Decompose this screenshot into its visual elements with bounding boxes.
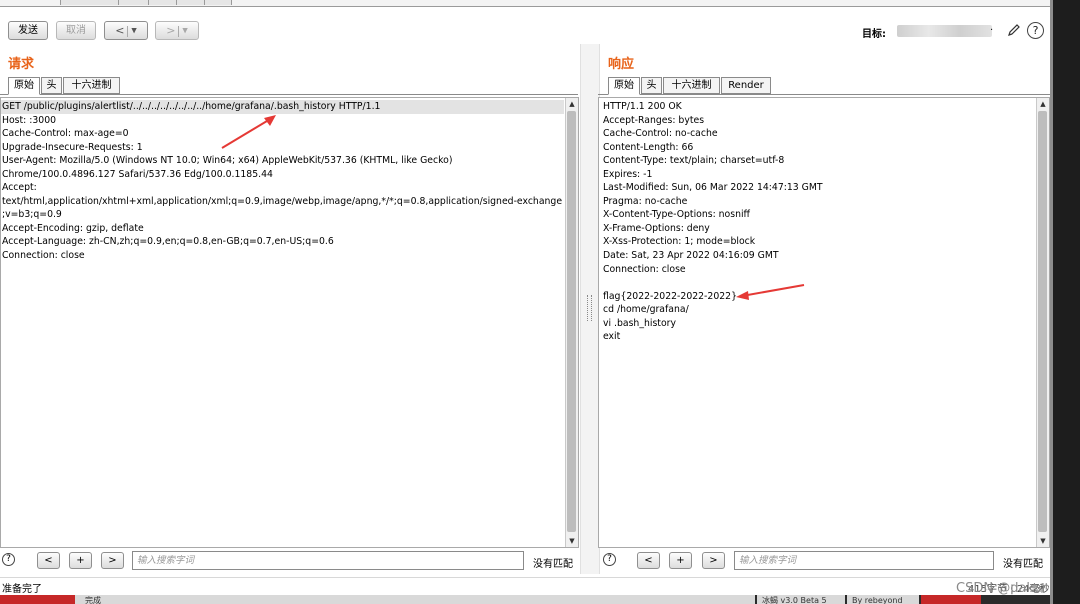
target-redacted [897,25,992,37]
top-tab[interactable] [176,0,206,5]
request-line: text/html,application/xhtml+xml,applicat… [2,195,563,207]
flag-line: flag{2022-2022-2022-2022} [603,290,737,302]
response-line: Cache-Control: no-cache [603,128,718,140]
response-line: Content-Length: 66 [603,141,694,153]
response-line: Last-Modified: Sun, 06 Mar 2022 14:47:13… [603,182,823,194]
response-line: X-Frame-Options: deny [603,222,710,234]
search-next-button[interactable]: > [101,552,124,569]
splitter-grip-icon[interactable] [587,295,592,321]
response-lines: HTTP/1.1 200 OK Accept-Ranges: bytes Cac… [599,100,1035,344]
request-line: Cache-Control: max-age=0 [2,128,129,140]
annotation-arrow-icon [221,115,276,149]
response-line: X-Content-Type-Options: nosniff [603,209,750,221]
response-scrollbar[interactable]: ▲ ▼ [1036,98,1049,547]
pencil-icon[interactable] [1006,22,1022,38]
cancel-button[interactable]: 取消 [56,21,96,40]
target-label: 目标: [862,29,886,40]
response-line: vi .bash_history [603,317,676,329]
request-line: User-Agent: Mozilla/5.0 (Windows NT 10.0… [2,155,453,167]
response-line: exit [603,331,621,343]
scroll-down-icon[interactable]: ▼ [1037,535,1049,547]
response-line: X-Xss-Protection: 1; mode=block [603,236,756,248]
watermark-text: CSDN @dakar [956,581,1048,596]
request-line: Accept: [2,182,37,194]
request-title: 请求 [8,57,35,72]
taskbar: 完成 冰蝎 v3.0 Beta 5 By rebeyond [0,595,1050,604]
scroll-up-icon[interactable]: ▲ [566,98,578,110]
scroll-thumb[interactable] [567,111,576,532]
request-line: ;v=b3;q=0.9 [2,209,62,221]
tab-headers[interactable]: 头 [641,77,662,94]
chevron-down-icon: ▼ [131,26,137,35]
response-line: Content-Type: text/plain; charset=utf-8 [603,155,785,167]
taskbar-item[interactable]: 完成 [75,595,755,604]
response-line: Pragma: no-cache [603,195,688,207]
search-prev-button[interactable]: < [637,552,660,569]
status-bar [0,577,1050,596]
response-line: Expires: -1 [603,168,653,180]
taskbar-item[interactable]: By rebeyond [847,595,919,604]
back-button[interactable]: < ▼ [104,21,148,40]
request-line: Connection: close [2,250,85,262]
top-tab[interactable] [118,0,150,5]
status-text: 准备完了 [2,584,42,595]
request-editor[interactable]: GET /public/plugins/alertlist/../../../.… [0,97,579,548]
scroll-down-icon[interactable]: ▼ [566,535,578,547]
response-title: 响应 [608,57,635,72]
response-line: Connection: close [603,263,686,275]
top-tab[interactable] [60,0,120,5]
search-next-button[interactable]: > [702,552,725,569]
tab-raw[interactable]: 原始 [8,77,40,95]
annotation-arrow-icon [736,284,805,300]
search-add-button[interactable]: + [669,552,692,569]
scroll-thumb[interactable] [1038,111,1047,532]
taskbar-item[interactable]: 冰蝎 v3.0 Beta 5 [757,595,845,604]
request-line: Accept-Encoding: gzip, deflate [2,222,144,234]
response-line: Date: Sat, 23 Apr 2022 04:16:09 GMT [603,250,779,262]
response-line: cd /home/grafana/ [603,304,689,316]
tab-raw[interactable]: 原始 [608,77,640,95]
request-scrollbar[interactable]: ▲ ▼ [565,98,578,547]
request-line: Chrome/100.0.4896.127 Safari/537.36 Edg/… [2,168,273,180]
tab-render[interactable]: Render [721,77,771,94]
search-add-button[interactable]: + [69,552,92,569]
scroll-up-icon[interactable]: ▲ [1037,98,1049,110]
help-icon[interactable]: ? [603,553,616,566]
search-input[interactable]: 输入搜索字词 [132,551,524,570]
back-arrow-icon: < [115,24,125,37]
tab-hex[interactable]: 十六进制 [63,77,120,94]
tab-hex[interactable]: 十六进制 [663,77,720,94]
top-tab[interactable] [148,0,178,5]
target-value[interactable]: · [990,25,994,36]
forward-button[interactable]: > ▼ [155,21,199,40]
response-line: Accept-Ranges: bytes [603,114,705,126]
top-tab[interactable] [204,0,232,5]
help-icon[interactable]: ? [2,553,15,566]
no-match-label: 没有匹配 [1003,559,1043,570]
request-line: Upgrade-Insecure-Requests: 1 [2,141,143,153]
response-editor[interactable]: HTTP/1.1 200 OK Accept-Ranges: bytes Cac… [598,97,1050,548]
response-line [599,276,1035,290]
tab-headers[interactable]: 头 [41,77,62,94]
request-line: Host: :3000 [2,114,57,126]
help-icon[interactable]: ? [1027,22,1044,39]
no-match-label: 没有匹配 [533,559,573,570]
forward-arrow-icon: > [166,24,176,37]
window-top-strip [0,0,1050,7]
search-input[interactable]: 输入搜索字词 [734,551,994,570]
request-line: GET /public/plugins/alertlist/../../../.… [1,100,564,114]
send-button[interactable]: 发送 [8,21,48,40]
chevron-down-icon: ▼ [182,26,188,35]
window-right-border [1050,0,1080,604]
response-line: HTTP/1.1 200 OK [603,101,682,112]
request-lines: GET /public/plugins/alertlist/../../../.… [1,100,564,263]
search-prev-button[interactable]: < [37,552,60,569]
request-line: Accept-Language: zh-CN,zh;q=0.9,en;q=0.8… [2,236,334,248]
